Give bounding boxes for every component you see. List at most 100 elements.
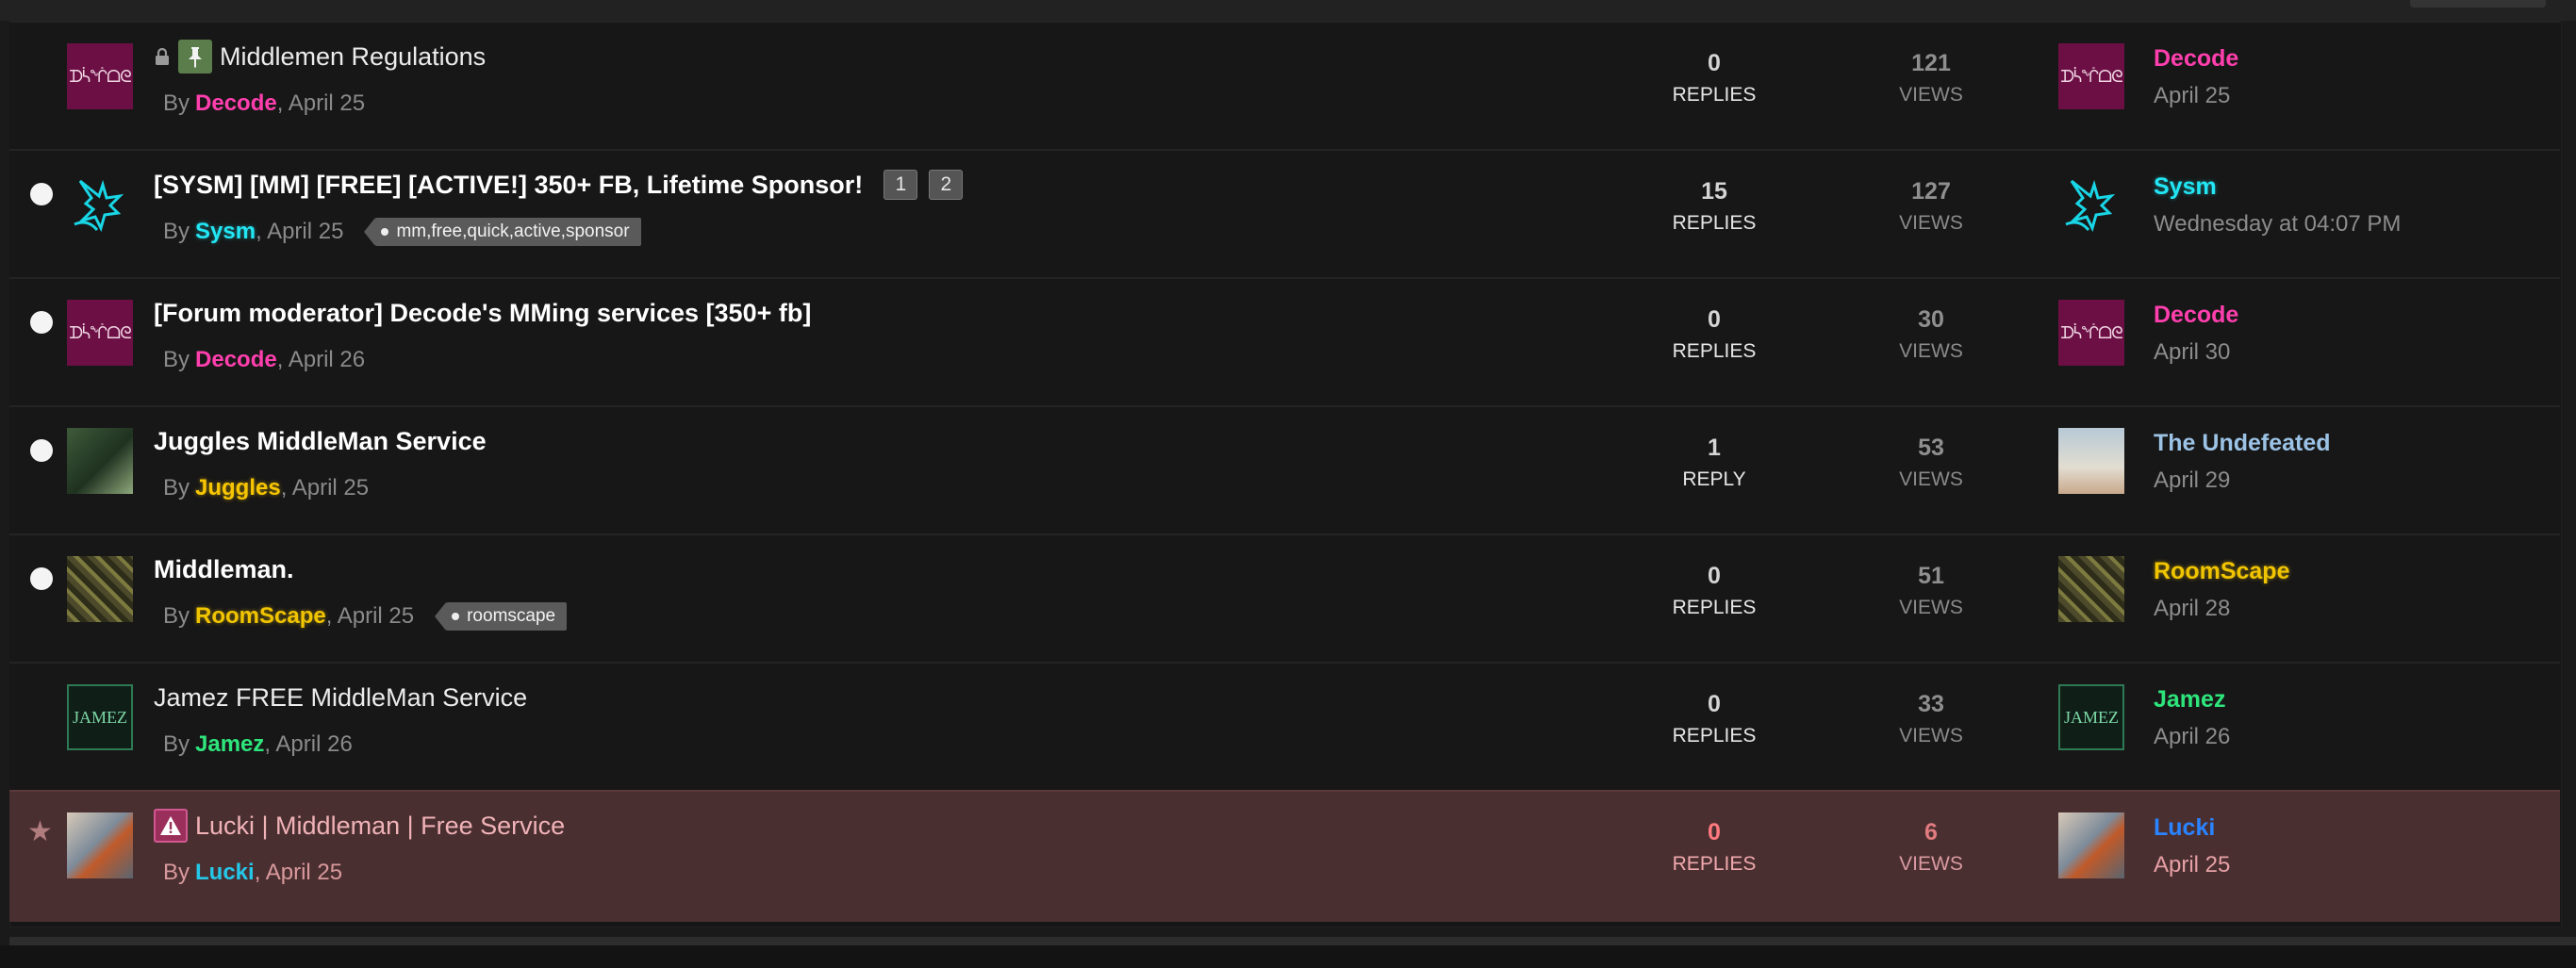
replies-stat: 0 REPLIES	[1648, 305, 1780, 366]
author-avatar[interactable]: JAMEZ	[67, 684, 133, 750]
by-label: By	[163, 219, 190, 244]
page-link-2[interactable]: 2	[929, 170, 964, 200]
thread-title[interactable]: Middleman.	[154, 555, 294, 584]
replies-count: 0	[1708, 691, 1721, 717]
last-poster-avatar[interactable]: ᗪᓵᖎᗝᘓ	[2058, 300, 2124, 366]
top-button[interactable]	[2410, 0, 2546, 8]
unread-indicator[interactable]	[30, 183, 53, 205]
unread-indicator[interactable]	[30, 311, 53, 334]
author-avatar[interactable]	[67, 812, 133, 878]
by-label: By	[163, 860, 190, 885]
by-label: By	[163, 347, 190, 372]
thread-title[interactable]: [Forum moderator] Decode's MMing service…	[154, 299, 811, 328]
last-poster-name[interactable]: The Undefeated	[2154, 430, 2331, 457]
replies-label: REPLIES	[1672, 84, 1757, 106]
replies-label: REPLIES	[1672, 597, 1757, 618]
views-label: VIEWS	[1899, 597, 1963, 618]
last-poster-avatar[interactable]: ᗪᓵᖎᗝᘓ	[2058, 43, 2124, 109]
replies-stat: 0 REPLIES	[1648, 690, 1780, 750]
last-poster-name[interactable]: Decode	[2154, 45, 2238, 73]
pin-icon	[178, 40, 212, 74]
views-stat: 33 VIEWS	[1865, 690, 1997, 750]
last-poster-name[interactable]: Sysm	[2154, 173, 2217, 201]
author-avatar[interactable]: ᗪᓵᖎᗝᘓ	[67, 43, 133, 109]
thread-title[interactable]: Middlemen Regulations	[220, 42, 486, 72]
last-poster-name[interactable]: Decode	[2154, 302, 2238, 329]
thread-title[interactable]: Jamez FREE MiddleMan Service	[154, 683, 527, 713]
warning-icon	[154, 809, 188, 843]
author-avatar[interactable]: ᗪᓵᖎᗝᘓ	[67, 300, 133, 366]
last-post-date[interactable]: April 28	[2154, 596, 2230, 622]
last-poster-avatar[interactable]: JAMEZ	[2058, 684, 2124, 750]
replies-label: REPLIES	[1672, 212, 1757, 234]
last-poster-name[interactable]: Jamez	[2154, 686, 2225, 714]
page-link-1[interactable]: 1	[883, 170, 918, 200]
last-poster-avatar[interactable]	[2058, 428, 2124, 494]
replies-label: REPLIES	[1672, 725, 1757, 747]
views-label: VIEWS	[1899, 725, 1963, 747]
views-count: 51	[1918, 563, 1944, 589]
thread-row[interactable]: Middleman. By RoomScape , April 25 rooms…	[9, 533, 2560, 662]
wolf-icon	[74, 179, 124, 233]
views-count: 127	[1911, 178, 1951, 205]
author-link[interactable]: Juggles	[195, 475, 281, 501]
last-post-date[interactable]: April 30	[2154, 339, 2230, 366]
thread-meta: By Decode , April 26	[163, 345, 365, 375]
thread-title[interactable]: Lucki | Middleman | Free Service	[195, 812, 565, 841]
thread-row[interactable]: ᗪᓵᖎᗝᘓ Middlemen Regulations By Decode , …	[9, 21, 2560, 149]
by-label: By	[163, 603, 190, 629]
page-footer	[0, 945, 2576, 968]
last-poster-name[interactable]: RoomScape	[2154, 558, 2289, 585]
unread-indicator[interactable]	[30, 439, 53, 462]
last-poster-avatar[interactable]	[2058, 556, 2124, 622]
author-link[interactable]: RoomScape	[195, 603, 326, 630]
thread-row[interactable]: ★ Lucki | Middleman | Free Service By Lu…	[9, 790, 2560, 922]
last-post-date[interactable]: April 29	[2154, 468, 2230, 494]
thread-tag[interactable]: roomscape	[435, 602, 568, 631]
thread-date: , April 25	[280, 475, 370, 500]
list-footer-border	[9, 937, 2576, 945]
thread-date: , April 26	[264, 731, 353, 757]
last-poster-name[interactable]: Lucki	[2154, 814, 2215, 842]
author-avatar[interactable]	[67, 172, 133, 238]
star-icon[interactable]: ★	[27, 818, 53, 846]
author-link[interactable]: Lucki	[195, 860, 255, 886]
views-count: 121	[1911, 50, 1951, 76]
thread-row[interactable]: JAMEZ Jamez FREE MiddleMan Service By Ja…	[9, 662, 2560, 790]
thread-meta: By Sysm , April 25 mm,free,quick,active,…	[163, 217, 641, 247]
replies-stat: 15 REPLIES	[1648, 177, 1780, 238]
thread-meta: By Lucki , April 25	[163, 858, 342, 888]
thread-title[interactable]: [SYSM] [MM] [FREE] [ACTIVE!] 350+ FB, Li…	[154, 171, 863, 200]
author-avatar[interactable]	[67, 556, 133, 622]
views-label: VIEWS	[1899, 853, 1963, 875]
thread-date: , April 25	[254, 860, 343, 885]
lock-icon	[156, 47, 169, 65]
replies-stat: 0 REPLIES	[1648, 818, 1780, 878]
last-post-date[interactable]: April 26	[2154, 724, 2230, 750]
replies-count: 0	[1708, 563, 1721, 589]
by-label: By	[163, 90, 190, 116]
by-label: By	[163, 731, 190, 757]
author-link[interactable]: Jamez	[195, 731, 264, 758]
thread-tag[interactable]: mm,free,quick,active,sponsor	[364, 218, 641, 246]
author-link[interactable]: Decode	[195, 90, 277, 117]
views-count: 30	[1918, 306, 1944, 333]
last-post-date[interactable]: April 25	[2154, 852, 2230, 878]
author-avatar[interactable]	[67, 428, 133, 494]
views-label: VIEWS	[1899, 468, 1963, 490]
unread-indicator[interactable]	[30, 567, 53, 590]
author-link[interactable]: Sysm	[195, 219, 256, 245]
last-post-date[interactable]: April 25	[2154, 83, 2230, 109]
last-poster-avatar[interactable]	[2058, 812, 2124, 878]
views-stat: 53 VIEWS	[1865, 434, 1997, 494]
last-poster-avatar[interactable]	[2058, 172, 2124, 238]
thread-row[interactable]: Juggles MiddleMan Service By Juggles , A…	[9, 405, 2560, 533]
by-label: By	[163, 475, 190, 500]
thread-row[interactable]: [SYSM] [MM] [FREE] [ACTIVE!] 350+ FB, Li…	[9, 149, 2560, 277]
thread-title[interactable]: Juggles MiddleMan Service	[154, 427, 487, 456]
replies-count: 15	[1701, 178, 1727, 205]
thread-row[interactable]: ᗪᓵᖎᗝᘓ [Forum moderator] Decode's MMing s…	[9, 277, 2560, 405]
author-link[interactable]: Decode	[195, 347, 277, 373]
views-label: VIEWS	[1899, 212, 1963, 234]
last-post-date[interactable]: Wednesday at 04:07 PM	[2154, 211, 2401, 238]
